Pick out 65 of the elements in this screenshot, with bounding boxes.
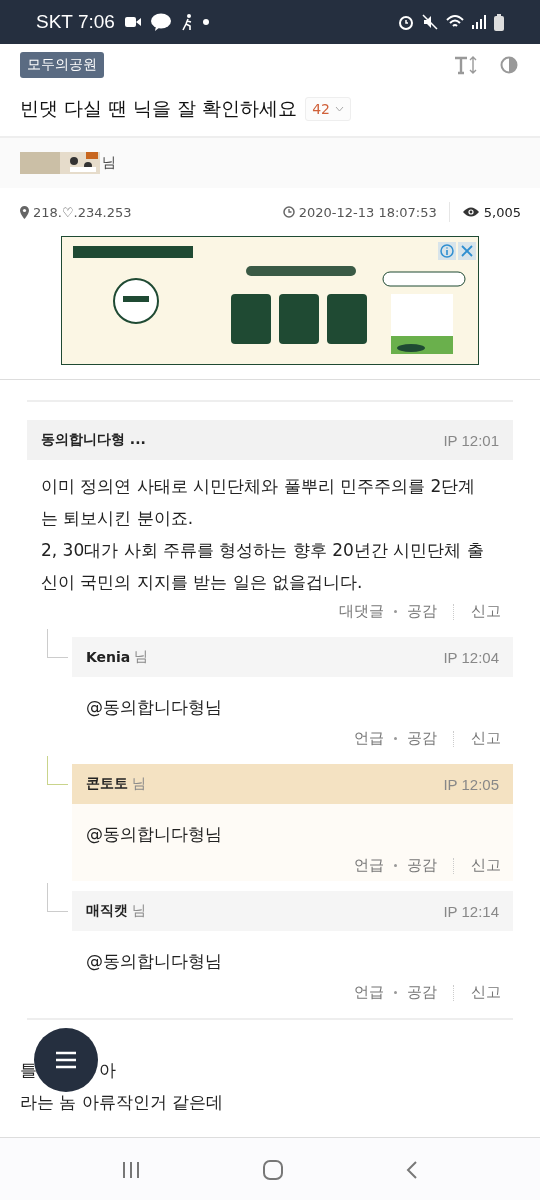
comment-action-link[interactable]: 언급: [354, 856, 384, 875]
video-icon: [124, 16, 141, 28]
back-icon[interactable]: [405, 1159, 420, 1180]
chevron-down-icon: [335, 106, 345, 112]
honorific: 님: [132, 902, 146, 920]
reply-branch-line: [47, 629, 68, 658]
post-datetime: 2020-12-13 18:07:53: [298, 204, 437, 220]
post-title: 빈댓 다실 땐 닉을 잘 확인하세요: [20, 96, 298, 121]
comment-time: IP 12:14: [443, 902, 499, 920]
runner-icon: [180, 13, 193, 31]
reply-branch-line: [47, 756, 68, 785]
reply-branch-line: [47, 883, 68, 912]
post-text: 틀: [20, 1059, 37, 1082]
info-icon[interactable]: [438, 242, 456, 260]
comment-text: @동의합니다형님: [85, 696, 223, 719]
comment-action-link[interactable]: 공감: [407, 602, 437, 621]
comment-action-link[interactable]: 신고: [471, 856, 501, 875]
separator-dot: [394, 737, 397, 740]
post-text: 라는 놈 아류작인거 같은데: [20, 1091, 225, 1114]
post-text: 아: [99, 1059, 116, 1082]
comment-count-button[interactable]: 42: [305, 97, 352, 121]
text-size-icon[interactable]: [454, 55, 478, 75]
comment-time: IP 12:01: [443, 431, 499, 449]
comment-action-link[interactable]: 언급: [354, 983, 384, 1002]
comment-text: 이미 정의연 사태로 시민단체와 풀뿌리 민주주의를 2단계는 퇴보시킨 분이죠. 2, 30대가 사회 주류를 형성하는 향후 20년간 시민단체 출신이 국민의 지지를 받는 일은 없을겁니다.: [40, 475, 485, 594]
view-count: 5,005: [483, 204, 521, 220]
separator-dot: [394, 991, 397, 994]
comment-author[interactable]: 콘토토: [86, 775, 128, 793]
comment-text: @동의합니다형님: [85, 823, 223, 846]
close-icon[interactable]: [458, 242, 476, 260]
comment-time: IP 12:05: [443, 775, 499, 793]
signal-icon: [472, 15, 486, 29]
comment-author[interactable]: 매직캣: [86, 902, 128, 920]
honorific: 님: [132, 775, 146, 793]
comment-action-link[interactable]: 신고: [471, 602, 501, 621]
comment-text: @동의합니다형님: [85, 950, 223, 973]
comment-time: IP 12:04: [443, 648, 499, 666]
mute-icon: [422, 14, 438, 30]
comment-action-link[interactable]: 대댓글: [339, 602, 384, 621]
comment-action-link[interactable]: 신고: [471, 983, 501, 1002]
menu-icon: [55, 1051, 77, 1069]
eye-icon: [461, 206, 480, 218]
comment-action-link[interactable]: 신고: [471, 729, 501, 748]
carrier-time: SKT 7:06: [36, 11, 115, 33]
contrast-icon[interactable]: [500, 56, 518, 74]
comment-action-link[interactable]: 공감: [407, 856, 437, 875]
location-pin-icon: [20, 205, 29, 219]
comment-action-link[interactable]: 공감: [407, 729, 437, 748]
clock-icon: [282, 206, 295, 218]
notification-dot-icon: [202, 19, 209, 25]
chat-bubble-icon: [150, 13, 171, 31]
comment-author[interactable]: 동의합니다형 ...: [41, 431, 146, 449]
comment-action-link[interactable]: 언급: [354, 729, 384, 748]
honorific: 님: [134, 648, 149, 666]
separator-dot: [394, 610, 397, 613]
board-tag[interactable]: 모두의공원: [20, 52, 104, 78]
alarm-icon: [398, 14, 414, 30]
comment-action-link[interactable]: 공감: [407, 983, 437, 1002]
honorific: 님: [102, 154, 116, 172]
separator-dot: [394, 864, 397, 867]
comment-author[interactable]: Kenia: [86, 649, 131, 665]
home-icon[interactable]: [262, 1158, 284, 1181]
recent-apps-icon[interactable]: [120, 1159, 141, 1180]
ip-address: 218.♡.234.253: [33, 204, 132, 220]
battery-icon: [494, 13, 504, 31]
